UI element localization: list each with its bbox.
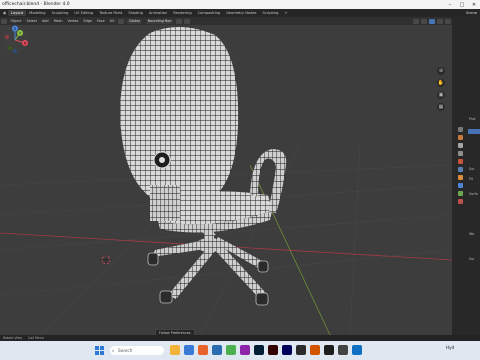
window-title: officechair.blend - Blender 4.0 bbox=[2, 2, 70, 7]
overlay-icon[interactable] bbox=[413, 18, 419, 24]
viewport-header: Object Select Add Mesh Vertex Edge Face … bbox=[0, 17, 452, 25]
cursor-3d-icon[interactable] bbox=[100, 254, 112, 266]
3d-viewport[interactable]: X Y Z ⊕ ✋ ▣ ▦ Follow Preferences bbox=[0, 25, 452, 335]
minimize-button[interactable]: – bbox=[444, 0, 456, 9]
world-tab-icon[interactable] bbox=[458, 167, 463, 172]
tab-rendering[interactable]: Rendering bbox=[170, 10, 194, 16]
shading-rendered-icon[interactable] bbox=[445, 18, 451, 24]
menu-face[interactable]: Face bbox=[94, 19, 107, 23]
blender-window: officechair.blend - Blender 4.0 – □ ✕ ◉ … bbox=[0, 0, 480, 360]
maximize-button[interactable]: □ bbox=[456, 0, 468, 9]
search-placeholder: Search bbox=[118, 348, 133, 353]
selected-item-highlight[interactable] bbox=[468, 129, 480, 134]
y-axis-line bbox=[249, 164, 331, 335]
menu-select[interactable]: Select bbox=[24, 19, 39, 23]
pivot-dropdown[interactable]: Bounding Box bbox=[145, 18, 174, 24]
properties-tab-column bbox=[458, 127, 464, 207]
system-tray-text[interactable]: Hyd bbox=[446, 345, 454, 350]
zoom-icon[interactable]: ⊕ bbox=[437, 67, 445, 75]
workspace-tabs: ◉ Layout Modeling Sculpting UV Editing T… bbox=[0, 9, 480, 17]
illustrator-icon[interactable] bbox=[268, 345, 278, 355]
chair-back-bracket bbox=[150, 185, 180, 221]
add-workspace-button[interactable]: + bbox=[281, 10, 290, 16]
app-icon-11[interactable] bbox=[310, 345, 320, 355]
modifier-tab-icon[interactable] bbox=[458, 183, 463, 188]
app-icon-6[interactable] bbox=[240, 345, 250, 355]
taskbar-apps bbox=[170, 345, 362, 355]
object-tab-icon[interactable] bbox=[458, 175, 463, 180]
windows-taskbar: ⌕ Search Hyd bbox=[0, 341, 480, 360]
tab-sculpting[interactable]: Sculpting bbox=[49, 10, 72, 16]
search-icon: ⌕ bbox=[112, 348, 115, 353]
blender-logo-icon[interactable]: ◉ bbox=[0, 10, 8, 16]
tab-compositing[interactable]: Compositing bbox=[195, 10, 224, 16]
app-icon-13[interactable] bbox=[338, 345, 348, 355]
app-icon-4[interactable] bbox=[212, 345, 222, 355]
xray-icon[interactable] bbox=[421, 18, 427, 24]
tool-tab-icon[interactable] bbox=[458, 127, 463, 132]
browser-icon[interactable] bbox=[184, 345, 194, 355]
tab-texture-paint[interactable]: Texture Paint bbox=[96, 10, 125, 16]
app-icon-12[interactable] bbox=[324, 345, 334, 355]
app-icon-5[interactable] bbox=[226, 345, 236, 355]
window-controls: – □ ✕ bbox=[444, 0, 480, 9]
shading-material-icon[interactable] bbox=[437, 18, 443, 24]
pan-hand-icon[interactable]: ✋ bbox=[437, 79, 445, 87]
premiere-icon[interactable] bbox=[282, 345, 292, 355]
properties-line-6: Sur bbox=[469, 257, 475, 261]
properties-line-2: Sur bbox=[469, 167, 475, 171]
tab-shading[interactable]: Shading bbox=[125, 10, 146, 16]
proportional-edit-icon[interactable] bbox=[184, 18, 191, 24]
app-icon-14[interactable] bbox=[352, 345, 362, 355]
taskbar-search-box[interactable]: ⌕ Search bbox=[110, 346, 164, 355]
tab-scripting[interactable]: Scripting bbox=[259, 10, 281, 16]
viewport-nav-buttons: ⊕ ✋ ▣ ▦ bbox=[437, 67, 445, 111]
tab-modeling[interactable]: Modeling bbox=[26, 10, 48, 16]
photoshop-icon[interactable] bbox=[254, 345, 264, 355]
menu-edge[interactable]: Edge bbox=[81, 19, 95, 23]
close-button[interactable]: ✕ bbox=[468, 0, 480, 9]
tab-layout[interactable]: Layout bbox=[8, 10, 27, 16]
transform-orientation-icon[interactable] bbox=[117, 18, 124, 24]
properties-line-4: Surfa bbox=[469, 192, 478, 196]
shading-solid-icon[interactable] bbox=[429, 18, 435, 24]
menu-uv[interactable]: UV bbox=[107, 19, 117, 23]
windows-start-icon[interactable] bbox=[95, 346, 104, 355]
menu-add[interactable]: Add bbox=[40, 19, 52, 23]
editor-type-icon[interactable] bbox=[1, 18, 7, 24]
status-rotate-view: Rotate View bbox=[3, 336, 23, 340]
snap-icon[interactable] bbox=[176, 18, 183, 24]
properties-panel: Prot Sur Fit Surfa Wa Sur bbox=[452, 17, 480, 335]
operator-hint-text: Follow Preferences bbox=[159, 330, 191, 335]
view-layer-tab-icon[interactable] bbox=[458, 151, 463, 156]
properties-line-1: Prot bbox=[469, 117, 476, 121]
blender-app-icon[interactable] bbox=[198, 345, 208, 355]
camera-view-icon[interactable]: ▣ bbox=[437, 91, 445, 99]
scene-tab-icon[interactable] bbox=[458, 159, 463, 164]
menu-mesh[interactable]: Mesh bbox=[51, 19, 65, 23]
menu-object[interactable]: Object bbox=[8, 19, 24, 23]
perspective-toggle-icon[interactable]: ▦ bbox=[437, 103, 445, 111]
output-tab-icon[interactable] bbox=[458, 143, 463, 148]
app-icon-10[interactable] bbox=[296, 345, 306, 355]
tab-geometry-nodes[interactable]: Geometry Nodes bbox=[223, 10, 259, 16]
viewport-canvas bbox=[0, 26, 452, 335]
file-explorer-icon[interactable] bbox=[170, 345, 180, 355]
menu-vertex[interactable]: Vertex bbox=[65, 19, 81, 23]
tab-animation[interactable]: Animation bbox=[146, 10, 170, 16]
material-tab-icon[interactable] bbox=[458, 199, 463, 204]
tab-uv-editing[interactable]: UV Editing bbox=[71, 10, 96, 16]
properties-line-3: Fit bbox=[469, 177, 473, 181]
navigation-gizmo-icon[interactable]: X Y Z bbox=[0, 25, 30, 55]
chair-backrest bbox=[120, 26, 239, 207]
orientation-dropdown[interactable]: Global bbox=[126, 18, 142, 24]
properties-line-5: Wa bbox=[469, 232, 475, 236]
scene-selector[interactable]: Scene bbox=[466, 11, 480, 15]
render-tab-icon[interactable] bbox=[458, 135, 463, 140]
window-title-bar: officechair.blend - Blender 4.0 – □ ✕ bbox=[0, 0, 480, 9]
status-call-menu: Call Menu bbox=[28, 336, 44, 340]
data-tab-icon[interactable] bbox=[458, 191, 463, 196]
